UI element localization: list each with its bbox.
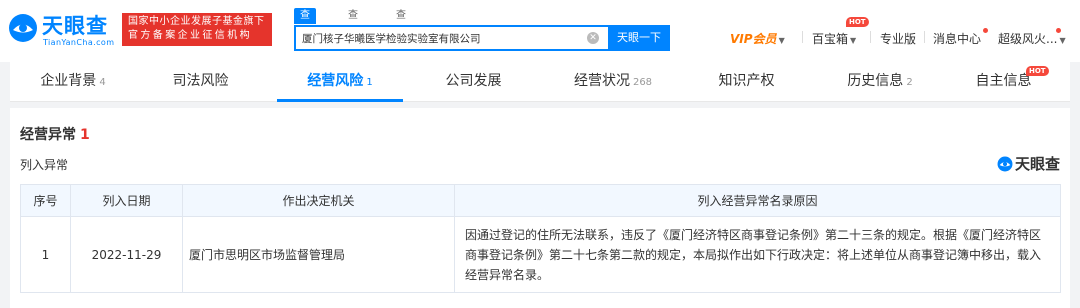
clear-icon[interactable]: ✕ [587,32,599,44]
top-header: 天眼查 TianYanCha.com 国家中小企业发展子基金旗下 官方备案企业征… [0,0,1080,62]
vip-label: VIP会员 [730,32,777,46]
cell-authority[interactable]: 厦门市思明区市场监督管理局 [182,216,455,293]
tab-label: 企业背景 [40,73,97,89]
cell-reason: 因通过登记的住所无法联系，违反了《厦门经济特区商事登记条例》第二十三条的规定。根… [454,216,1061,293]
chevron-down-icon: ▼ [1059,36,1066,45]
tab-label: 自主信息 [975,73,1032,89]
table-row: 1 2022-11-29 厦门市思明区市场监督管理局 因通过登记的住所无法联系，… [20,216,1061,293]
cell-index: 1 [20,216,71,293]
search-tab-company[interactable]: 查公司 [294,8,316,53]
chevron-down-icon: ▼ [850,36,857,45]
column-header-authority: 作出决定机关 [182,184,455,217]
message-center-link[interactable]: 消息中心 [933,30,981,47]
user-name: 超级风火... [998,32,1058,46]
column-header-date: 列入日期 [70,184,183,217]
business-abnormal-panel: 经营异常 1 列入异常 天眼查 序号 列入日期 作出决定机关 列入经营异常名录原因 [10,108,1070,308]
divider [924,31,925,43]
tab-company-background[interactable]: 企业背景 4 [18,62,128,102]
column-header-reason: 列入经营异常名录原因 [454,184,1061,217]
tab-operating-status[interactable]: 经营状况 268 [550,62,676,102]
search-input[interactable] [296,27,596,49]
tab-label: 历史信息 [847,73,904,89]
tab-company-development[interactable]: 公司发展 [420,62,530,102]
chevron-down-icon: ▼ [778,36,785,45]
section-subtitle: 列入异常 [20,158,69,172]
pro-version-link[interactable]: 专业版 [880,30,916,47]
credential-banner: 国家中小企业发展子基金旗下 官方备案企业征信机构 [122,13,272,46]
hot-badge: HOT [1026,66,1049,76]
treasure-box-menu[interactable]: 百宝箱 ▼ [812,30,856,47]
logo-eye-icon [997,156,1013,172]
tab-count: 4 [99,77,106,88]
watermark-text: 天眼查 [1014,155,1060,173]
user-menu[interactable]: 超级风火... ▼ [998,30,1066,47]
tab-label: 司法风险 [172,73,229,89]
search-tab-boss[interactable]: 查老板 [348,8,358,53]
hot-badge: HOT [846,17,869,27]
logo[interactable]: 天眼查 TianYanCha.com [8,10,118,50]
divider [802,31,803,43]
tab-business-risk[interactable]: 经营风险 1 [277,62,403,102]
tab-intellectual-property[interactable]: 知识产权 [693,62,803,102]
treasure-box-label: 百宝箱 [812,32,849,46]
tab-label: 公司发展 [445,73,502,89]
tab-count: 268 [632,77,653,88]
section-title: 经营异常 1 [20,124,90,144]
unread-dot [983,28,988,33]
tab-judicial-risk[interactable]: 司法风险 [147,62,257,102]
logo-eye-icon [9,14,37,42]
logo-text: 天眼查 [42,14,108,38]
banner-line-2: 官方备案企业征信机构 [128,30,252,41]
column-header-index: 序号 [20,184,71,217]
tab-label: 知识产权 [718,73,775,89]
tab-count: 2 [906,77,913,88]
tab-history-info[interactable]: 历史信息 2 [825,62,935,102]
tab-label: 经营状况 [573,73,630,89]
section-title-text: 经营异常 [20,127,76,143]
search-tab-relation[interactable]: 查关系 [396,8,406,53]
tab-count: 1 [366,77,373,88]
table-header-row: 序号 列入日期 作出决定机关 列入经营异常名录原因 [20,184,1061,217]
section-count: 1 [80,127,90,143]
vip-menu[interactable]: VIP会员 ▼ [730,30,785,47]
search-button[interactable]: 天眼一下 [608,25,670,51]
banner-line-1: 国家中小企业发展子基金旗下 [128,16,265,27]
category-tab-bar: 企业背景 4 司法风险 经营风险 1 公司发展 经营状况 268 知识产权 历史信息 2… [10,62,1070,102]
unread-dot [1056,28,1061,33]
cell-date: 2022-11-29 [70,216,183,293]
search-box: ✕ 天眼一下 [294,25,670,51]
tab-label: 经营风险 [307,73,364,89]
watermark-logo: 天眼查 [997,153,1060,174]
abnormal-list-table: 序号 列入日期 作出决定机关 列入经营异常名录原因 1 2022-11-29 厦… [20,184,1061,293]
logo-subtext: TianYanCha.com [43,38,115,47]
divider [870,31,871,43]
